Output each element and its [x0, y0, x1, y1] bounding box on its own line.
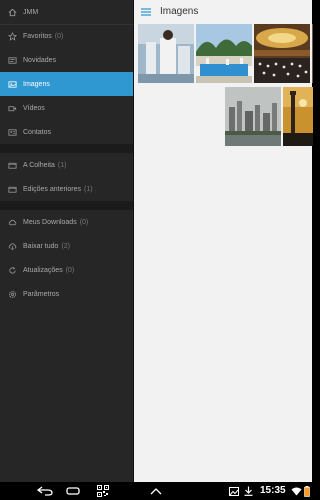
drawer-item-label: Vídeos [23, 104, 45, 112]
video-icon [8, 104, 17, 113]
drawer-item-atualizacoes[interactable]: Atualizações (0) [0, 258, 133, 282]
cloud-icon [8, 218, 17, 227]
expand-button[interactable] [146, 482, 166, 500]
drawer-item-count: (1) [57, 161, 67, 169]
drawer-item-label: Favoritos [23, 32, 52, 40]
drawer-item-label: Edições anteriores [23, 185, 81, 193]
image-thumbnail[interactable] [225, 87, 281, 146]
cloud-download-icon [8, 242, 17, 251]
drawer-item-count: (0) [54, 32, 64, 40]
action-bar: Imagens [134, 0, 313, 22]
app-title: JMM [23, 8, 39, 16]
page-title: Imagens [160, 5, 199, 17]
wifi-icon [290, 482, 302, 500]
drawer-item-label: A Colheita [23, 161, 55, 169]
home-icon [8, 8, 17, 17]
drawer-item-favoritos[interactable]: Favoritos (0) [0, 24, 133, 48]
drawer-item-label: Parâmetros [23, 290, 60, 298]
drawer-item-count: (0) [79, 218, 89, 226]
clock: 15:35 [260, 485, 286, 496]
image-thumbnail[interactable] [138, 24, 194, 83]
contacts-icon [8, 128, 17, 137]
image-thumbnail-partial[interactable] [312, 24, 313, 83]
image-thumbnail[interactable] [283, 87, 313, 146]
drawer-item-a-colheita[interactable]: A Colheita (1) [0, 153, 133, 177]
drawer-item-contatos[interactable]: Contatos [0, 120, 133, 144]
folder-icon [8, 161, 17, 170]
section-gap [0, 144, 133, 153]
drawer-item-count: (2) [61, 242, 70, 250]
battery-icon [302, 482, 311, 500]
section-gap [0, 201, 133, 210]
main-content: Imagens [133, 0, 313, 482]
drawer-item-label: Contatos [23, 128, 52, 136]
star-icon [8, 31, 17, 41]
back-button[interactable] [34, 482, 56, 500]
drawer-item-label: Meus Downloads [23, 218, 77, 226]
image-icon [8, 80, 17, 89]
drawer-app-header[interactable]: JMM [0, 0, 133, 24]
news-icon [8, 56, 17, 65]
drawer-item-label: Baixar tudo [23, 242, 59, 250]
settings-icon [8, 290, 17, 299]
drawer-item-baixar-tudo[interactable]: Baixar tudo (2) [0, 234, 133, 258]
refresh-icon [8, 266, 17, 275]
drawer-item-imagens[interactable]: Imagens [0, 72, 133, 96]
navigation-drawer: JMM Favoritos (0) Novidades Imagens Víde… [0, 0, 133, 482]
gallery-notification-icon [228, 482, 240, 500]
drawer-item-count: (0) [65, 266, 75, 274]
drawer-item-edicoes-anteriores[interactable]: Edições anteriores (1) [0, 177, 133, 201]
menu-icon[interactable] [140, 5, 152, 17]
drawer-item-meus-downloads[interactable]: Meus Downloads (0) [0, 210, 133, 234]
download-notification-icon [242, 482, 254, 500]
drawer-item-label: Atualizações [23, 266, 63, 274]
chevron-up-icon [150, 488, 162, 495]
drawer-item-label: Imagens [23, 80, 50, 88]
drawer-item-videos[interactable]: Vídeos [0, 96, 133, 120]
home-button[interactable] [62, 482, 84, 500]
qr-scan-button[interactable] [92, 482, 114, 500]
image-thumbnail[interactable] [254, 24, 310, 83]
qr-code-icon [97, 485, 109, 497]
back-icon [37, 486, 53, 496]
drawer-item-count: (1) [83, 185, 93, 193]
drawer-item-novidades[interactable]: Novidades [0, 48, 133, 72]
image-thumbnail[interactable] [196, 24, 252, 83]
system-navigation-bar: 15:35 [0, 482, 312, 500]
home-nav-icon [66, 487, 80, 495]
drawer-item-parametros[interactable]: Parâmetros [0, 282, 133, 306]
folder-icon [8, 185, 17, 194]
drawer-item-label: Novidades [23, 56, 57, 64]
